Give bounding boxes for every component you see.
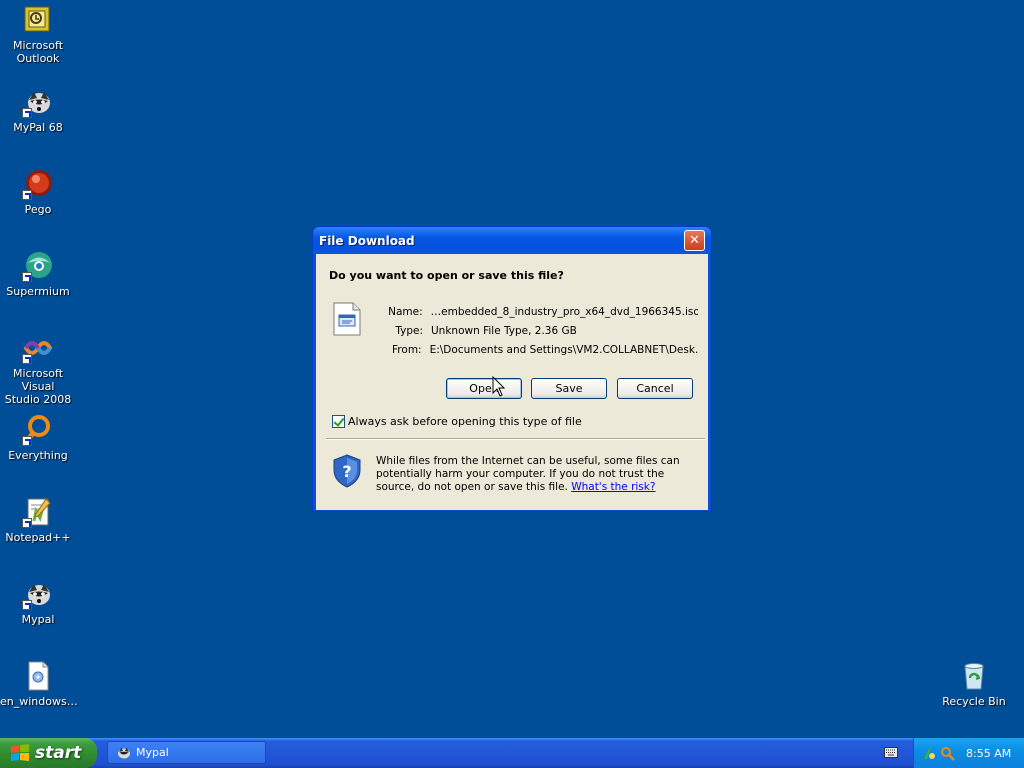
desktop-icon-label: Everything bbox=[8, 449, 68, 462]
desktop-icon-mypal68[interactable]: MyPal 68 bbox=[0, 86, 76, 134]
dialog-title: File Download bbox=[319, 233, 415, 248]
desktop-icon-notepadpp[interactable]: Notepad++ bbox=[0, 496, 76, 544]
desktop-icon-mypal[interactable]: Mypal bbox=[0, 578, 76, 626]
risk-link[interactable]: What's the risk? bbox=[571, 481, 655, 493]
raccoon-icon bbox=[22, 86, 54, 118]
separator bbox=[326, 438, 705, 440]
file-info: Name: …embedded_8_industry_pro_x64_dvd_1… bbox=[371, 303, 698, 360]
security-warning: While files from the Internet can be use… bbox=[376, 455, 700, 494]
desktop-icon-recycle-bin[interactable]: Recycle Bin bbox=[936, 660, 1012, 708]
cancel-button[interactable]: Cancel bbox=[617, 378, 693, 399]
close-button[interactable]: ✕ bbox=[684, 230, 705, 251]
start-label: start bbox=[35, 743, 82, 763]
name-value: …embedded_8_industry_pro_x64_dvd_1966345… bbox=[430, 306, 698, 318]
desktop-icon-supermium[interactable]: Supermium bbox=[0, 250, 76, 298]
file-icon bbox=[22, 660, 54, 692]
desktop-icon-label: Mypal bbox=[21, 613, 55, 626]
raccoon-icon bbox=[116, 745, 132, 761]
from-label: From: bbox=[392, 344, 422, 356]
svg-text:?: ? bbox=[342, 462, 351, 481]
desktop-icon-label: Microsoft Visual bbox=[12, 367, 64, 393]
type-value: Unknown File Type, 2.36 GB bbox=[431, 325, 577, 337]
dialog-question: Do you want to open or save this file? bbox=[329, 269, 564, 282]
file-name-row: Name: …embedded_8_industry_pro_x64_dvd_1… bbox=[371, 303, 698, 322]
recycle-bin-icon bbox=[958, 660, 990, 692]
start-button[interactable]: start bbox=[0, 738, 97, 768]
system-tray: 8:55 AM bbox=[913, 738, 1024, 768]
always-ask-checkbox[interactable] bbox=[332, 415, 345, 428]
network-icon[interactable] bbox=[922, 746, 937, 761]
keyboard-icon[interactable] bbox=[884, 747, 898, 758]
visual-studio-icon bbox=[22, 332, 54, 364]
desktop-icon-label: Pego bbox=[24, 203, 52, 216]
notepadpp-icon bbox=[22, 496, 54, 528]
close-icon: ✕ bbox=[689, 233, 700, 248]
outlook-icon bbox=[22, 4, 54, 36]
desktop-icon-label: Studio 2008 bbox=[4, 393, 72, 406]
file-type-row: Type: Unknown File Type, 2.36 GB bbox=[371, 322, 698, 341]
save-button[interactable]: Save bbox=[531, 378, 607, 399]
mouse-cursor bbox=[492, 375, 506, 398]
always-ask-label: Always ask before opening this type of f… bbox=[348, 415, 582, 428]
desktop-icon-pego[interactable]: Pego bbox=[0, 168, 76, 216]
pego-icon bbox=[22, 168, 54, 200]
name-label: Name: bbox=[388, 306, 423, 318]
dialog-body: Do you want to open or save this file? N… bbox=[316, 254, 708, 510]
taskbar-item-mypal[interactable]: Mypal bbox=[107, 741, 266, 764]
desktop-icon-label: Notepad++ bbox=[5, 531, 71, 544]
desktop-icon-en-windows[interactable]: en_windows… bbox=[0, 660, 78, 708]
taskbar-item-label: Mypal bbox=[136, 746, 169, 759]
dialog-titlebar[interactable]: File Download ✕ bbox=[313, 227, 711, 254]
desktop-icon-label: Supermium bbox=[6, 285, 70, 298]
desktop-icon-label: Microsoft bbox=[12, 39, 64, 52]
raccoon-icon bbox=[22, 578, 54, 610]
desktop-icon-visual-studio[interactable]: Microsoft Visual Studio 2008 bbox=[0, 332, 76, 406]
desktop-icon-outlook[interactable]: Microsoft Outlook bbox=[0, 4, 76, 65]
file-download-dialog: File Download ✕ Do you want to open or s… bbox=[312, 226, 712, 512]
security-shield-icon: ? bbox=[332, 454, 362, 488]
from-value: E:\Documents and Settings\VM2.COLLABNET\… bbox=[429, 344, 698, 356]
search-icon[interactable] bbox=[940, 746, 955, 761]
type-label: Type: bbox=[395, 325, 423, 337]
everything-icon bbox=[22, 414, 54, 446]
desktop-icon-label: MyPal 68 bbox=[13, 121, 63, 134]
open-button[interactable]: Open bbox=[446, 378, 522, 399]
desktop-icon-everything[interactable]: Everything bbox=[0, 414, 76, 462]
always-ask-checkbox-row[interactable]: Always ask before opening this type of f… bbox=[332, 415, 582, 428]
supermium-icon bbox=[22, 250, 54, 282]
file-from-row: From: E:\Documents and Settings\VM2.COLL… bbox=[371, 341, 698, 360]
desktop-icon-label: Outlook bbox=[16, 52, 60, 65]
file-type-icon bbox=[333, 302, 361, 336]
taskbar: start Mypal 8:55 AM bbox=[0, 738, 1024, 768]
desktop-icon-label: Recycle Bin bbox=[942, 695, 1006, 708]
desktop-icon-label: en_windows… bbox=[0, 695, 78, 708]
windows-logo-icon bbox=[10, 744, 30, 762]
clock[interactable]: 8:55 AM bbox=[966, 747, 1011, 760]
